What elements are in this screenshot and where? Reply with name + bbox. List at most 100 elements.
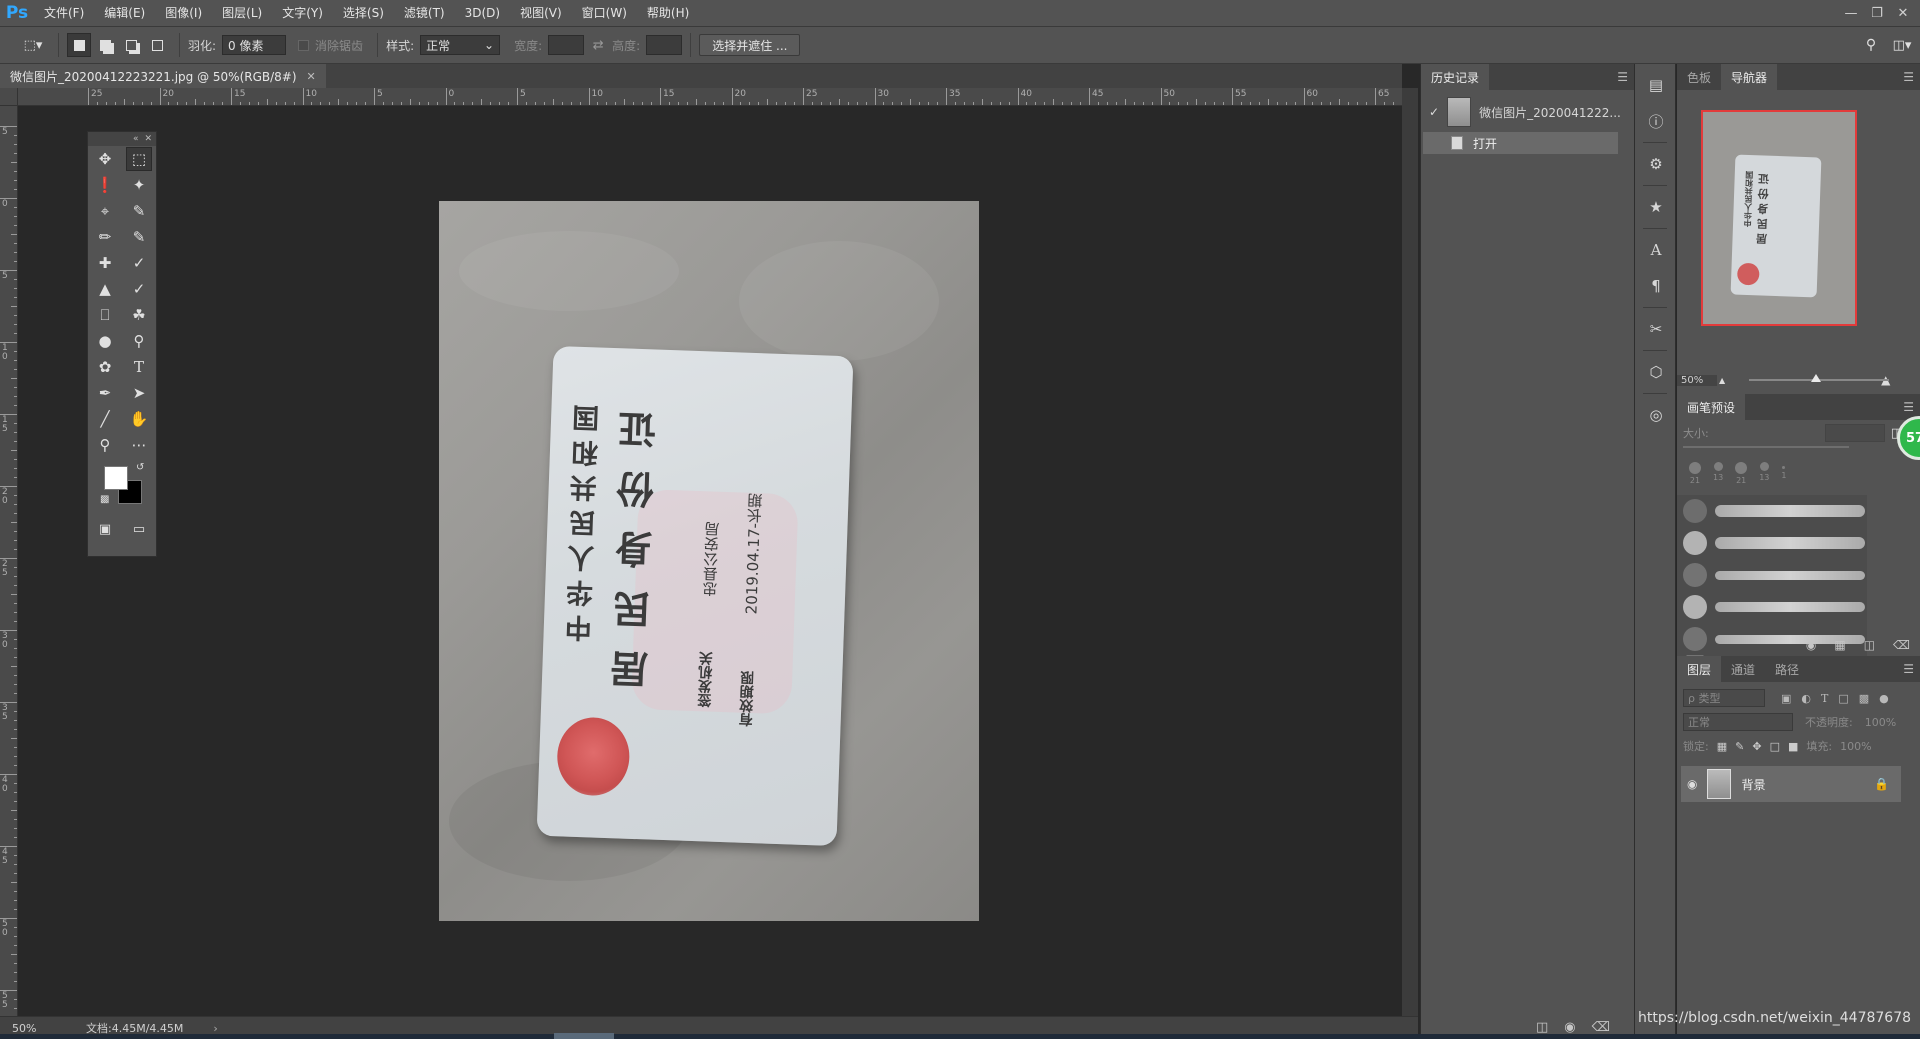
brush-tip[interactable]: 21 [1735,462,1748,485]
default-colors-icon[interactable]: ▩ [100,494,109,505]
brush-tip[interactable]: 1 [1781,462,1786,485]
history-step[interactable]: 打开 [1423,132,1618,154]
panel-menu-icon[interactable]: ☰ [1903,400,1914,414]
art-brush-tool-icon[interactable]: ✓ [126,277,152,301]
menu-3d[interactable]: 3D(D) [455,0,510,26]
line-tool-icon[interactable]: ╱ [92,407,118,431]
workspace-icon[interactable]: ◫▾ [1884,33,1920,57]
navigator-zoom-input[interactable]: 50% [1677,374,1717,386]
tab-layers[interactable]: 图层 [1677,656,1722,682]
intersect-selection-icon[interactable] [145,33,169,57]
document-image[interactable]: 中华人民共和国 居民身份证 签发机关 忠县公安局 有效期限 2019.04.17… [439,201,979,921]
type-filter-icon[interactable]: T [1821,692,1828,705]
quick-mask-icon[interactable]: ▣ [92,517,118,541]
layer-kind-select[interactable]: ρ 类型 [1683,689,1765,707]
info-icon[interactable]: ⓘ [1635,106,1677,136]
tool-presets-icon[interactable]: ✂ [1635,314,1677,344]
clone-source-icon[interactable]: ★ [1635,192,1677,222]
brush-tip[interactable]: 21 [1689,462,1701,485]
menu-edit[interactable]: 编辑(E) [94,0,155,26]
subtract-selection-icon[interactable] [119,33,143,57]
3d-icon[interactable]: ⬡ [1635,357,1677,387]
navigator-zoom-slider[interactable] [1749,374,1889,382]
history-snapshot[interactable]: ✓ 微信图片_2020041222... [1421,94,1634,130]
brush-tip[interactable]: 13 [1759,462,1769,485]
path-select-tool-icon[interactable]: ➤ [126,381,152,405]
brush-tip[interactable]: 13 [1713,462,1723,485]
vertical-scrollbar[interactable] [1402,88,1418,1016]
eyedropper-tool-icon[interactable]: ✎ [126,199,152,223]
tab-brush-presets[interactable]: 画笔预设 [1677,394,1746,420]
minimize-icon[interactable]: — [1840,4,1862,22]
camera-icon[interactable]: ◉ [1564,1020,1575,1035]
brush-tool-icon[interactable]: ✏ [92,225,118,249]
new-selection-icon[interactable] [67,33,91,57]
swap-colors-icon[interactable]: ↺ [136,462,144,473]
new-document-from-state-icon[interactable]: ◫ [1536,1020,1548,1035]
brush-stroke-item[interactable] [1677,591,1867,623]
panel-menu-icon[interactable]: ☰ [1903,662,1914,676]
pen-tool-icon[interactable]: ✒ [92,381,118,405]
vertical-ruler[interactable]: 5 0 5 1 0 1 5 2 0 2 5 3 0 3 5 4 0 4 5 5 0 5 5 [0,106,18,1016]
add-selection-icon[interactable] [93,33,117,57]
magic-wand-tool-icon[interactable]: ✦ [126,173,152,197]
type-tool-icon[interactable]: T [126,355,152,379]
menu-view[interactable]: 视图(V) [510,0,572,26]
lock-icon[interactable]: 🔒 [1874,777,1889,791]
trash-icon[interactable]: ⌫ [1592,1020,1610,1035]
close-icon[interactable]: ✕ [307,70,316,83]
toolbox-header[interactable]: « ✕ [88,132,156,146]
antialias-checkbox[interactable] [298,39,310,51]
menu-file[interactable]: 文件(F) [34,0,94,26]
sponge-tool-icon[interactable]: ✿ [92,355,118,379]
search-icon[interactable]: ⚲ [1858,33,1884,57]
zoom-level[interactable]: 50% [0,1022,70,1035]
menu-image[interactable]: 图像(I) [155,0,212,26]
opacity-value[interactable]: 100% [1865,716,1896,729]
tab-paths[interactable]: 路径 [1765,656,1809,682]
zoom-out-icon[interactable]: ▲ [1719,376,1725,385]
pencil-tool-icon[interactable]: ✎ [126,225,152,249]
paragraph-icon[interactable]: ¶ [1635,271,1677,301]
blur-tool-icon[interactable]: ● [92,329,118,353]
menu-type[interactable]: 文字(Y) [272,0,333,26]
menu-filter[interactable]: 滤镜(T) [394,0,455,26]
smart-object-filter-icon[interactable]: ▩ [1859,692,1869,705]
histogram-icon[interactable]: ▤ [1635,70,1677,100]
character-icon[interactable]: A [1635,235,1677,265]
tab-channels[interactable]: 通道 [1721,656,1765,682]
hand-tool-icon[interactable]: ✋ [126,407,152,431]
lock-pixels-icon[interactable]: ✎ [1735,740,1744,753]
brush-stroke-item[interactable] [1677,495,1867,527]
brush-stroke-item[interactable] [1677,527,1867,559]
clone-stamp-tool-icon[interactable]: ▲ [92,277,118,301]
taskbar-active-item[interactable] [554,1033,614,1039]
panel-menu-icon[interactable]: ☰ [1903,70,1914,84]
lock-all-icon[interactable]: ■ [1788,740,1798,753]
menu-select[interactable]: 选择(S) [333,0,394,26]
menu-layer[interactable]: 图层(L) [212,0,272,26]
panel-menu-icon[interactable]: ☰ [1617,70,1628,84]
chevron-right-icon[interactable]: › [213,1022,217,1035]
shape-filter-icon[interactable]: □ [1838,692,1848,705]
tab-navigator[interactable]: 导航器 [1721,64,1778,90]
dodge-tool-icon[interactable]: ⚲ [126,329,152,353]
brush-size-input[interactable] [1824,424,1885,442]
brush-settings-icon[interactable]: ⚙ [1635,149,1677,179]
fill-value[interactable]: 100% [1840,740,1871,753]
grid-icon[interactable]: ▦ [1834,638,1845,652]
new-preset-icon[interactable]: ◫ [1864,638,1875,652]
close-icon[interactable]: ✕ [1892,4,1914,22]
width-input[interactable] [548,35,585,55]
move-tool-icon[interactable]: ✥ [92,147,118,171]
lock-artboard-icon[interactable]: □ [1770,740,1780,753]
close-icon[interactable]: ✕ [144,134,152,144]
swap-icon[interactable]: ⇄ [584,33,612,57]
foreground-color-swatch[interactable] [104,466,128,490]
document-tab[interactable]: 微信图片_20200412223221.jpg @ 50%(RGB/8#) ✕ [0,64,326,88]
collapse-icon[interactable]: « [133,134,139,144]
zoom-tool-icon[interactable]: ⚲ [92,433,118,457]
more-tools-icon[interactable]: ⋯ [126,433,152,457]
menu-window[interactable]: 窗口(W) [572,0,637,26]
style-select[interactable]: 正常 ⌄ [420,35,501,55]
